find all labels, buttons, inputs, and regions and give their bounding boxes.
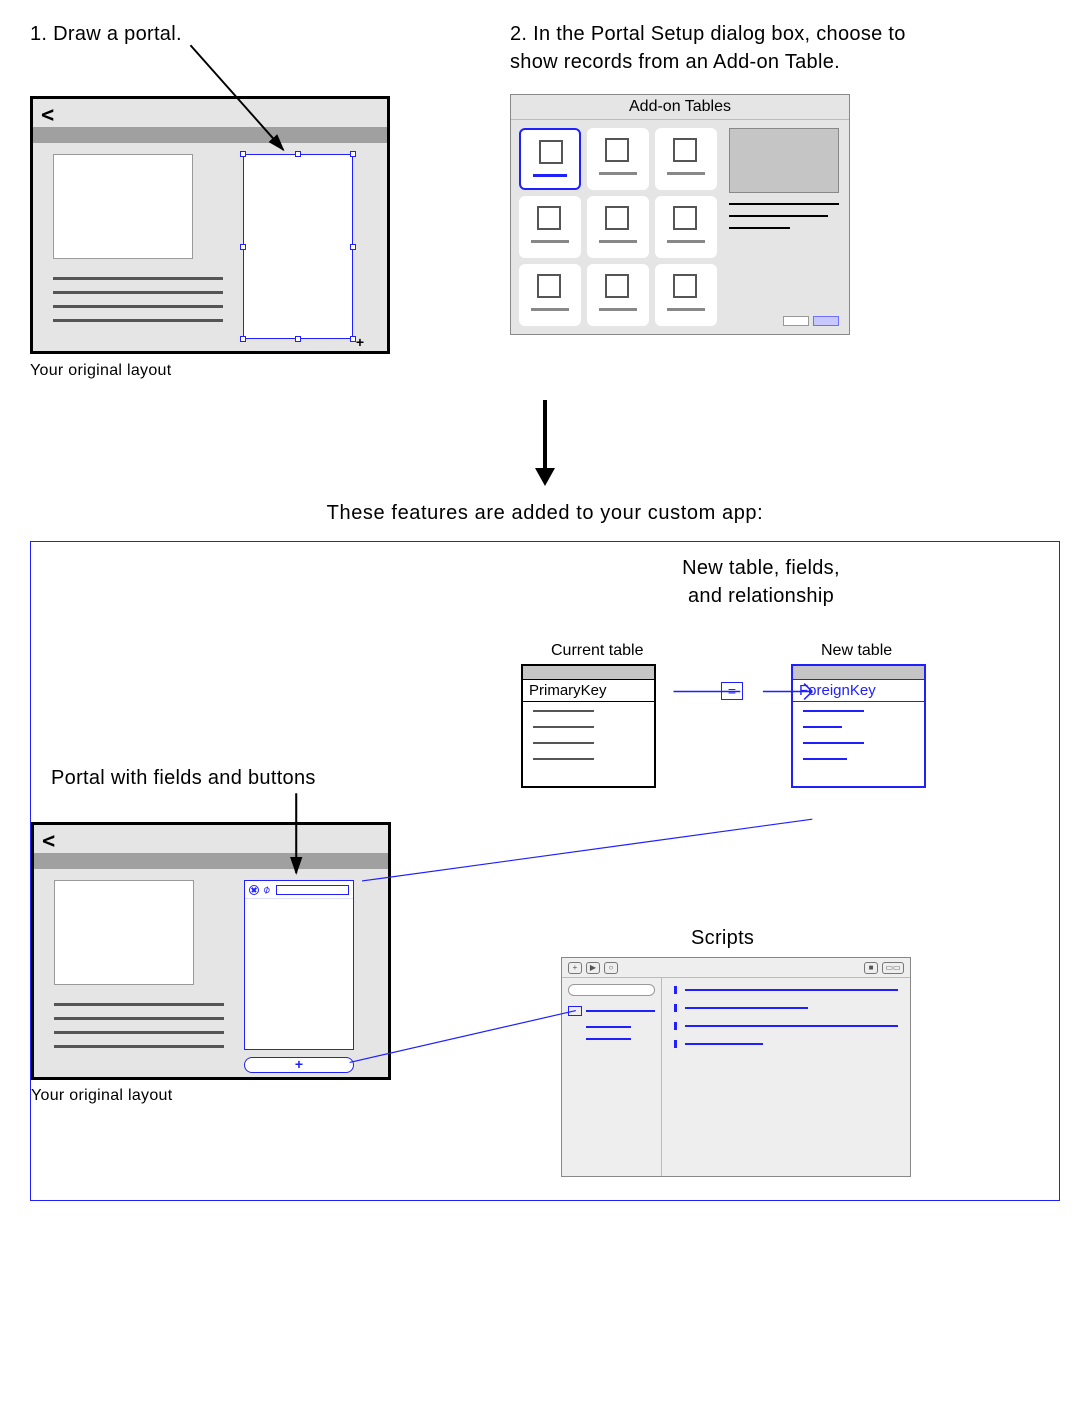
add-row-button[interactable]: + [244,1057,354,1073]
relationship-heading: New table, fields, and relationship [611,554,911,610]
delete-icon[interactable] [249,885,259,895]
plus-cursor-icon: + [356,334,364,350]
script-step[interactable] [674,1022,898,1030]
play-icon[interactable]: ▶ [586,962,600,974]
text-placeholder [53,277,223,333]
cancel-button[interactable] [783,316,809,326]
portal-caption: Portal with fields and buttons [51,767,316,790]
new-table-label: New table [821,642,892,660]
script-item[interactable] [586,1026,631,1028]
current-table-box: PrimaryKey [521,664,656,788]
addon-item[interactable] [519,264,581,326]
addon-item[interactable] [519,196,581,258]
addon-side-panel [725,120,849,334]
step-1-text: 1. Draw a portal. [30,20,410,48]
text-placeholder [54,1003,224,1059]
scripts-window: + ▶ ○ ■ ▭▭ [561,957,911,1177]
addon-item[interactable] [655,264,717,326]
script-item[interactable] [586,1038,631,1040]
current-table-label: Current table [551,642,644,660]
stop-icon[interactable]: ■ [864,962,878,974]
scripts-caption: Scripts [691,927,754,950]
step-1-caption: Your original layout [30,362,410,380]
addon-dialog-title: Add-on Tables [511,95,849,120]
addon-item-selected[interactable] [519,128,581,190]
addon-item[interactable] [587,128,649,190]
view-toggle-icon[interactable]: ▭▭ [882,962,904,974]
script-step[interactable] [674,1040,898,1048]
portal-row-field[interactable] [276,885,349,895]
attachment-icon[interactable]: ⌀ [260,882,272,897]
script-step[interactable] [674,986,898,994]
image-placeholder [54,880,194,985]
image-placeholder [53,154,193,259]
addon-grid [511,120,725,334]
portal-selection-box[interactable]: + [243,154,353,339]
addon-description [729,193,839,229]
addon-item[interactable] [587,196,649,258]
step-1: 1. Draw a portal. < + [30,20,410,380]
addon-preview [729,128,839,193]
original-layout-mock: < + [30,96,390,354]
addon-item[interactable] [655,128,717,190]
relationship-operator: = [721,682,743,700]
new-table-box: ForeignKey [791,664,926,788]
folder-icon [568,1006,582,1016]
scripts-toolbar: + ▶ ○ ■ ▭▭ [562,958,910,978]
foreign-key-row: ForeignKey [793,680,924,702]
back-arrow-glyph: < [41,103,54,128]
title-bar [33,127,387,143]
primary-key-row: PrimaryKey [523,680,654,702]
addon-item[interactable] [655,196,717,258]
scripts-search-input[interactable] [568,984,655,996]
addon-item[interactable] [587,264,649,326]
step-2-text: 2. In the Portal Setup dialog box, choos… [510,20,930,76]
features-title: These features are added to your custom … [30,502,1060,525]
script-step[interactable] [674,1004,898,1012]
result-layout-mock: < ⌀ + [31,822,391,1080]
title-bar [34,853,388,869]
back-arrow-glyph: < [42,829,55,854]
add-icon[interactable]: + [568,962,582,974]
portal-with-fields[interactable]: ⌀ [244,880,354,1050]
script-steps [662,978,910,1176]
addon-tables-dialog: Add-on Tables [510,94,850,335]
features-box: New table, fields, and relationship Curr… [30,541,1060,1201]
result-layout-caption: Your original layout [31,1087,173,1105]
scripts-folder[interactable] [568,1006,655,1016]
record-icon[interactable]: ○ [604,962,618,974]
step-2: 2. In the Portal Setup dialog box, choos… [510,20,930,335]
ok-button[interactable] [813,316,839,326]
scripts-sidebar [562,978,662,1176]
